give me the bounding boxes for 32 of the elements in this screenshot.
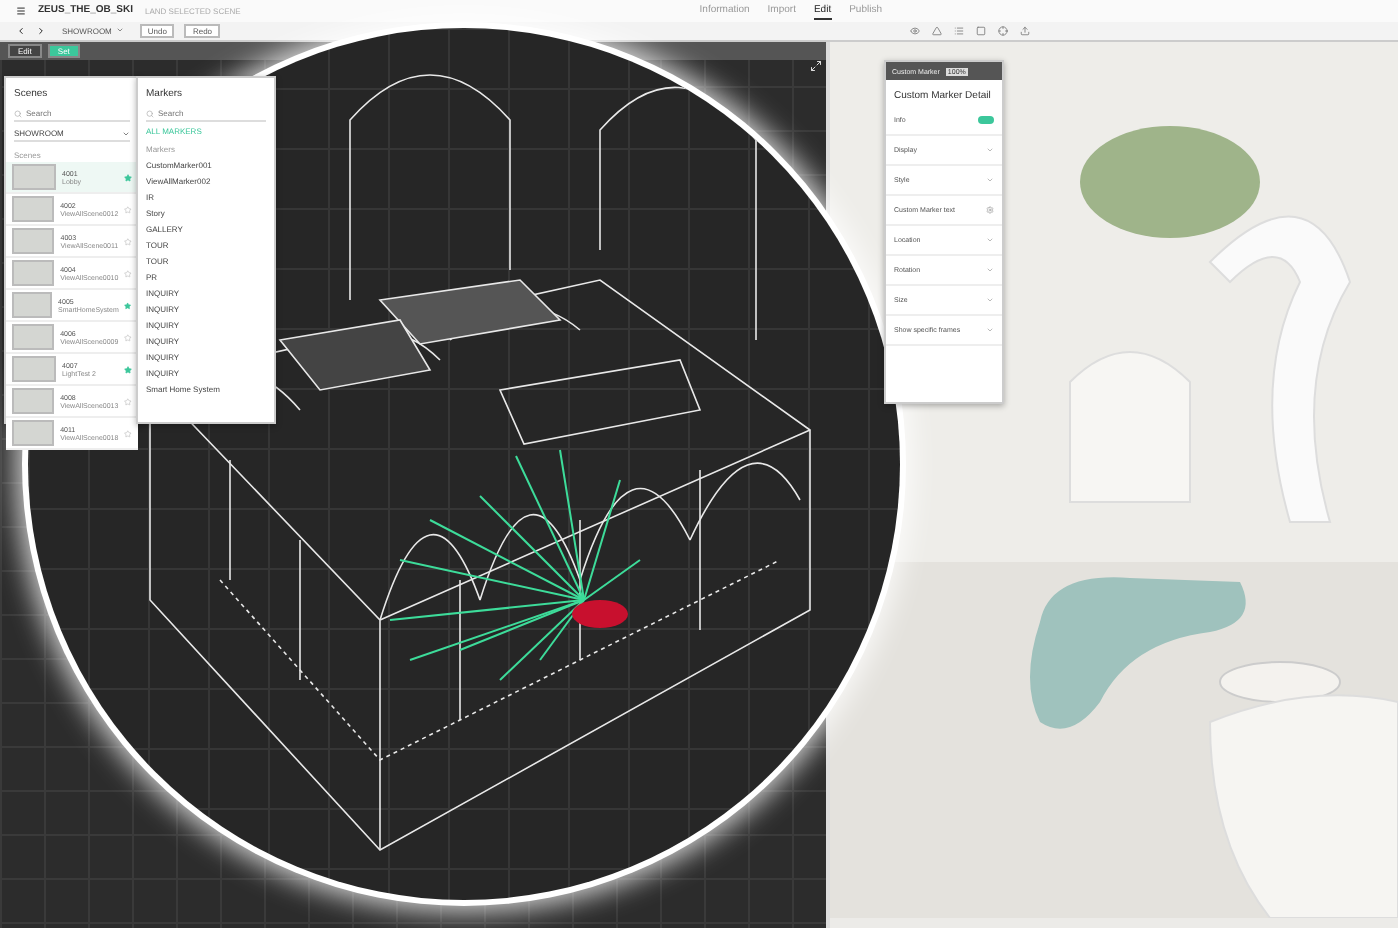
eye-icon[interactable] [910, 25, 921, 36]
toggle-switch[interactable] [978, 116, 994, 124]
scene-thumbnail [12, 324, 55, 350]
search-icon [146, 109, 154, 117]
scene-thumbnail [12, 388, 55, 414]
triangle-icon[interactable] [932, 25, 943, 36]
star-icon[interactable] [124, 365, 132, 373]
star-icon[interactable] [124, 173, 132, 181]
scene-thumbnail [12, 260, 55, 286]
back-icon[interactable] [16, 25, 26, 36]
square-icon[interactable] [976, 25, 987, 36]
star-icon[interactable] [124, 301, 132, 309]
upload-icon[interactable] [1020, 25, 1031, 36]
marker-icon [572, 600, 628, 628]
star-icon[interactable] [124, 205, 132, 213]
star-icon[interactable] [124, 237, 132, 245]
scene-thumbnail [12, 420, 55, 446]
star-icon[interactable] [124, 333, 132, 341]
star-icon[interactable] [124, 429, 132, 437]
menu-icon[interactable] [16, 5, 26, 16]
scene-thumbnail [12, 228, 55, 254]
forward-icon[interactable] [36, 25, 46, 36]
star-icon[interactable] [124, 397, 132, 405]
star-icon[interactable] [124, 269, 132, 277]
list-icon[interactable] [954, 25, 965, 36]
settings-icon[interactable] [986, 206, 994, 214]
scene-thumbnail [12, 196, 55, 222]
crosshair-icon[interactable] [998, 25, 1009, 36]
scene-thumbnail [12, 356, 56, 382]
scene-thumbnail [12, 164, 56, 190]
search-icon [14, 109, 22, 117]
scene-thumbnail [12, 292, 53, 318]
